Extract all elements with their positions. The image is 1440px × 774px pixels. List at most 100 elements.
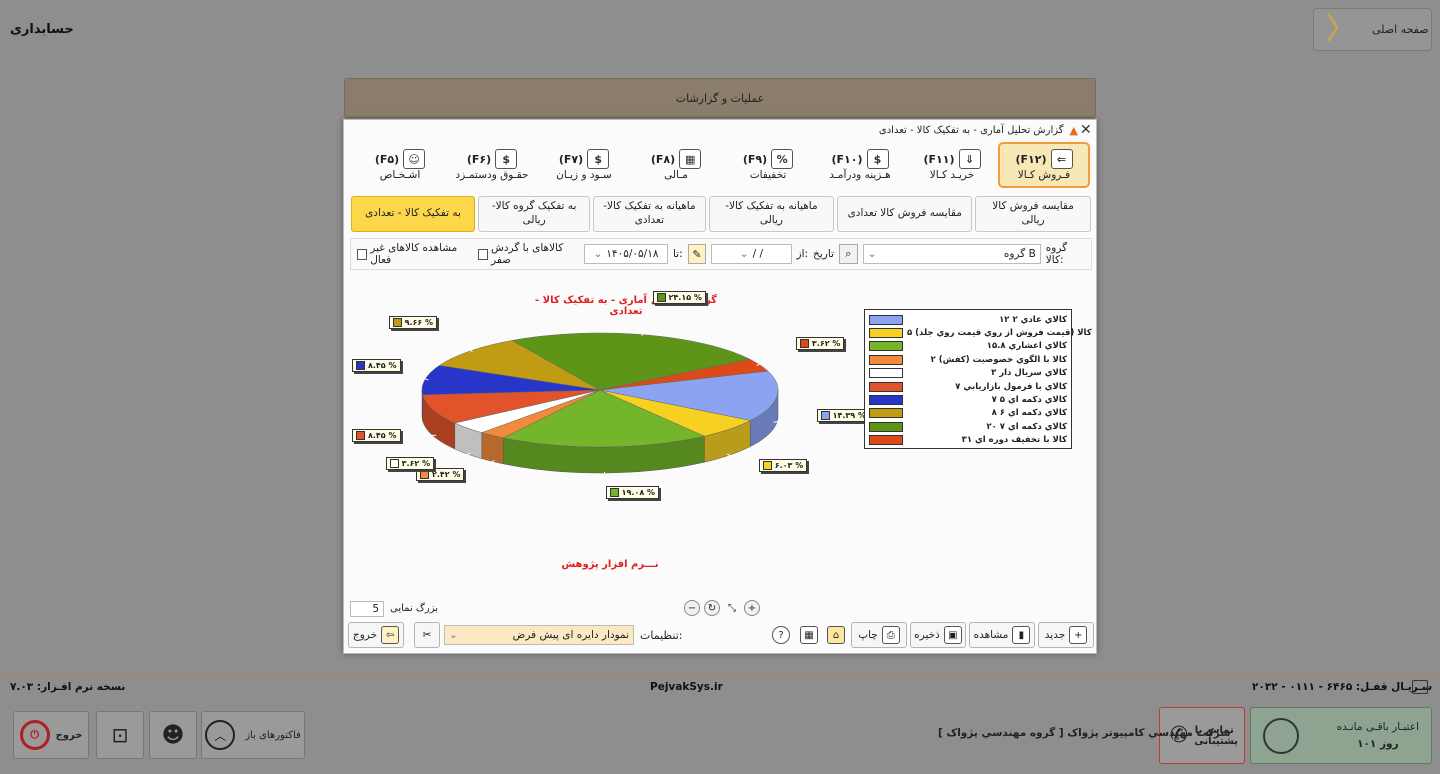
chart-legend: كالاي عادي ۲ ۱۲ كالا (قيمت فروش از روي قي… [864, 309, 1092, 449]
search-icon[interactable]: ⌕ [838, 244, 858, 264]
exit-button[interactable]: خروج ⇦ [348, 622, 404, 648]
chevron-right-icon: 〉 [1326, 11, 1356, 47]
legend-swatch [869, 354, 903, 365]
lock-icon: ⊡ [111, 723, 129, 747]
tab-3[interactable]: (F۹)% تخفیفات [722, 142, 814, 188]
label-leader-line [437, 452, 471, 465]
legend-swatch [869, 421, 903, 432]
save-button[interactable]: ذخیره ▣ [910, 622, 966, 648]
legend-item: كالاي عادي ۲ ۱۲ [869, 313, 1067, 326]
tab-key: (F۹) [742, 152, 768, 166]
open-folder-button[interactable]: ⌂ [824, 622, 848, 648]
calculator-button[interactable]: ▦ [798, 622, 820, 648]
to-date-input[interactable]: ۱۴۰۵/۰۵/۱۸ [584, 244, 668, 264]
tab-6[interactable]: (F۶) $ حقـوق ودستمـزد [446, 142, 538, 188]
subtab-0[interactable]: مقایسه فروش کالا ریالی [975, 196, 1091, 232]
home-button[interactable]: 〉 صفحه اصلی [1313, 8, 1432, 51]
label-leader-line [773, 415, 817, 423]
legend-item: كالا با تخفيف دوره اي ۳۱ [869, 434, 1067, 447]
legend-item: كالاي سريال دار ۳ [869, 367, 1067, 380]
close-icon[interactable]: ✕ [1080, 122, 1092, 138]
tab-4[interactable]: (F۸) ▦ مـالی [630, 142, 722, 188]
settings-tools-button[interactable]: ✂ [414, 622, 440, 648]
version-text: نسخه نرم افـزار: ۷.۰۳ [10, 680, 126, 693]
label-swatch [419, 470, 429, 480]
users-button[interactable]: ☻ [149, 711, 197, 759]
chart-area: گزارش تحلیل آماری - به تفکیک کالا - تعدا… [350, 275, 1092, 590]
legend-label: كالا (قيمت فروش از روي قيمت روي جلد) ۵ [907, 328, 1092, 339]
label-swatch [609, 487, 619, 497]
checkbox-box[interactable] [356, 248, 368, 260]
app-title: حسابداری [10, 22, 74, 37]
tab-label: حقـوق ودستمـزد [455, 169, 529, 181]
save-icon: ▣ [943, 626, 962, 644]
tab-key: (F۱۲) [1015, 152, 1047, 166]
legend-label: كالاي دكمه اي ۷ ۲۰ [986, 421, 1067, 432]
help-button[interactable]: ? [770, 622, 792, 648]
open-invoices-button[interactable]: ︿ فاکتورهای باز [201, 711, 305, 759]
bar-chart-icon: ▮ [1012, 626, 1031, 644]
inactive-checkbox[interactable]: مشاهده کالاهای غیر فعال [356, 242, 473, 266]
shrink-icon[interactable]: ⤡ [724, 600, 740, 616]
settings-select[interactable]: نمودار دایره ای پیش فرض [444, 625, 634, 645]
calculator-icon: ▦ [679, 149, 702, 169]
legend-item: كالاي دكمه اي ۵ ۷ [869, 393, 1067, 406]
copy-icon[interactable] [1412, 679, 1428, 694]
zoom-row: − ↻ ⤡ + 5 بزرگ نمایی [344, 600, 1098, 620]
power-icon: ⏻ [19, 720, 50, 750]
credit-value: ۱۰۱ روز [1357, 737, 1399, 750]
eraser-icon[interactable]: ✎ [687, 244, 707, 264]
zoom-input[interactable]: 5 [350, 601, 384, 617]
subtab-2[interactable]: ماهیانه به تفکیک کالا-ریالی [708, 196, 835, 232]
tab-2[interactable]: (F۱۰) $ هـزینه ودرآمـد [814, 142, 906, 188]
legend-item: كالاي دكمه اي ۷ ۲۰ [869, 420, 1067, 433]
label-value: ۲.۴۲ % [431, 470, 461, 480]
salary-icon: $ [495, 149, 518, 169]
print-button[interactable]: چاپ ⎙ [851, 622, 907, 648]
exit-label: خروج [352, 629, 378, 641]
zero-turnover-checkbox[interactable]: کالاهای با گردش صفر [477, 242, 579, 266]
lock-button[interactable]: ⊡ [96, 711, 144, 759]
legend-label: كالا با الگوي خصوصيت (كفش) ۲ [930, 354, 1067, 365]
tab-0[interactable]: (F۱۲) ⇐ فـروش کـالا [998, 142, 1090, 188]
label-value: ۹.۶۶ % [404, 317, 434, 327]
legend-item: كالاي اعشاري ۱۵.۸ [869, 340, 1067, 353]
tab-5[interactable]: (F۷) $ سـود و زیـان [538, 142, 630, 188]
data-label: ۱۴.۳۹ % [816, 408, 870, 422]
rotate-icon[interactable]: ↻ [704, 600, 720, 616]
dialog-title-bar: گزارش تحلیل آماری - به تفکیک کالا - تعدا… [879, 124, 1078, 137]
discount-icon: % [771, 149, 794, 169]
tab-label: اشـخـاص [379, 169, 421, 181]
zoom-in-icon[interactable]: + [744, 600, 760, 616]
group-select[interactable]: گروه B [862, 244, 1041, 264]
view-button[interactable]: مشاهده ▮ [969, 622, 1035, 648]
new-button[interactable]: جدید + [1038, 622, 1094, 648]
checkbox-box[interactable] [477, 248, 489, 260]
report-tabs: (F۱۲) ⇐ فـروش کـالا (F۱۱) ⇓ خریـد کـالا (F۱۰) $… [352, 142, 1090, 190]
subtab-4[interactable]: به تفکیک گروه کالا-ریالی [477, 196, 591, 232]
subtab-5[interactable]: به تفکیک کالا - تعدادی [351, 196, 475, 232]
subtab-3[interactable]: ماهیانه به تفکیک کالا- تعدادی [593, 196, 706, 232]
tab-key: (F۵) [374, 152, 400, 166]
label-value: ۳.۶۲ % [811, 338, 841, 348]
from-date-input[interactable]: / / [711, 244, 792, 264]
legend-item: كالا (قيمت فروش از روي قيمت روي جلد) ۵ [869, 326, 1092, 339]
tab-label: فـروش کـالا [1017, 169, 1071, 181]
legend-item: كالاي با فرمول بازاريابي ۷ [869, 380, 1067, 393]
zoom-out-icon[interactable]: − [684, 600, 700, 616]
legend-label: كالاي دكمه اي ۵ ۷ [991, 395, 1067, 406]
zero-turnover-label: کالاهای با گردش صفر [491, 242, 564, 266]
open-invoices-label: فاکتورهای باز [245, 729, 301, 741]
operations-bar[interactable]: عملیات و گزارشات [344, 78, 1096, 118]
tab-key: (F۷) [558, 152, 584, 166]
label-leader-line [726, 453, 759, 467]
exit-app-button[interactable]: ⏻ خروج [13, 711, 89, 759]
footer: اعتبـار باقـی مانـده ۱۰۱ روز ✆ تماس با پ… [0, 700, 1440, 774]
save-label: ذخیره [914, 629, 940, 641]
tab-label: مـالی [664, 169, 688, 181]
tab-1[interactable]: (F۱۱) ⇓ خریـد کـالا [906, 142, 998, 188]
tab-7[interactable]: (F۵) ☺ اشـخـاص [354, 142, 446, 188]
subtab-1[interactable]: مقایسه فروش کالا تعدادی [837, 196, 973, 232]
legend-swatch [869, 408, 903, 419]
legend-item: كالاي دكمه اي ۶ ۸ [869, 407, 1067, 420]
